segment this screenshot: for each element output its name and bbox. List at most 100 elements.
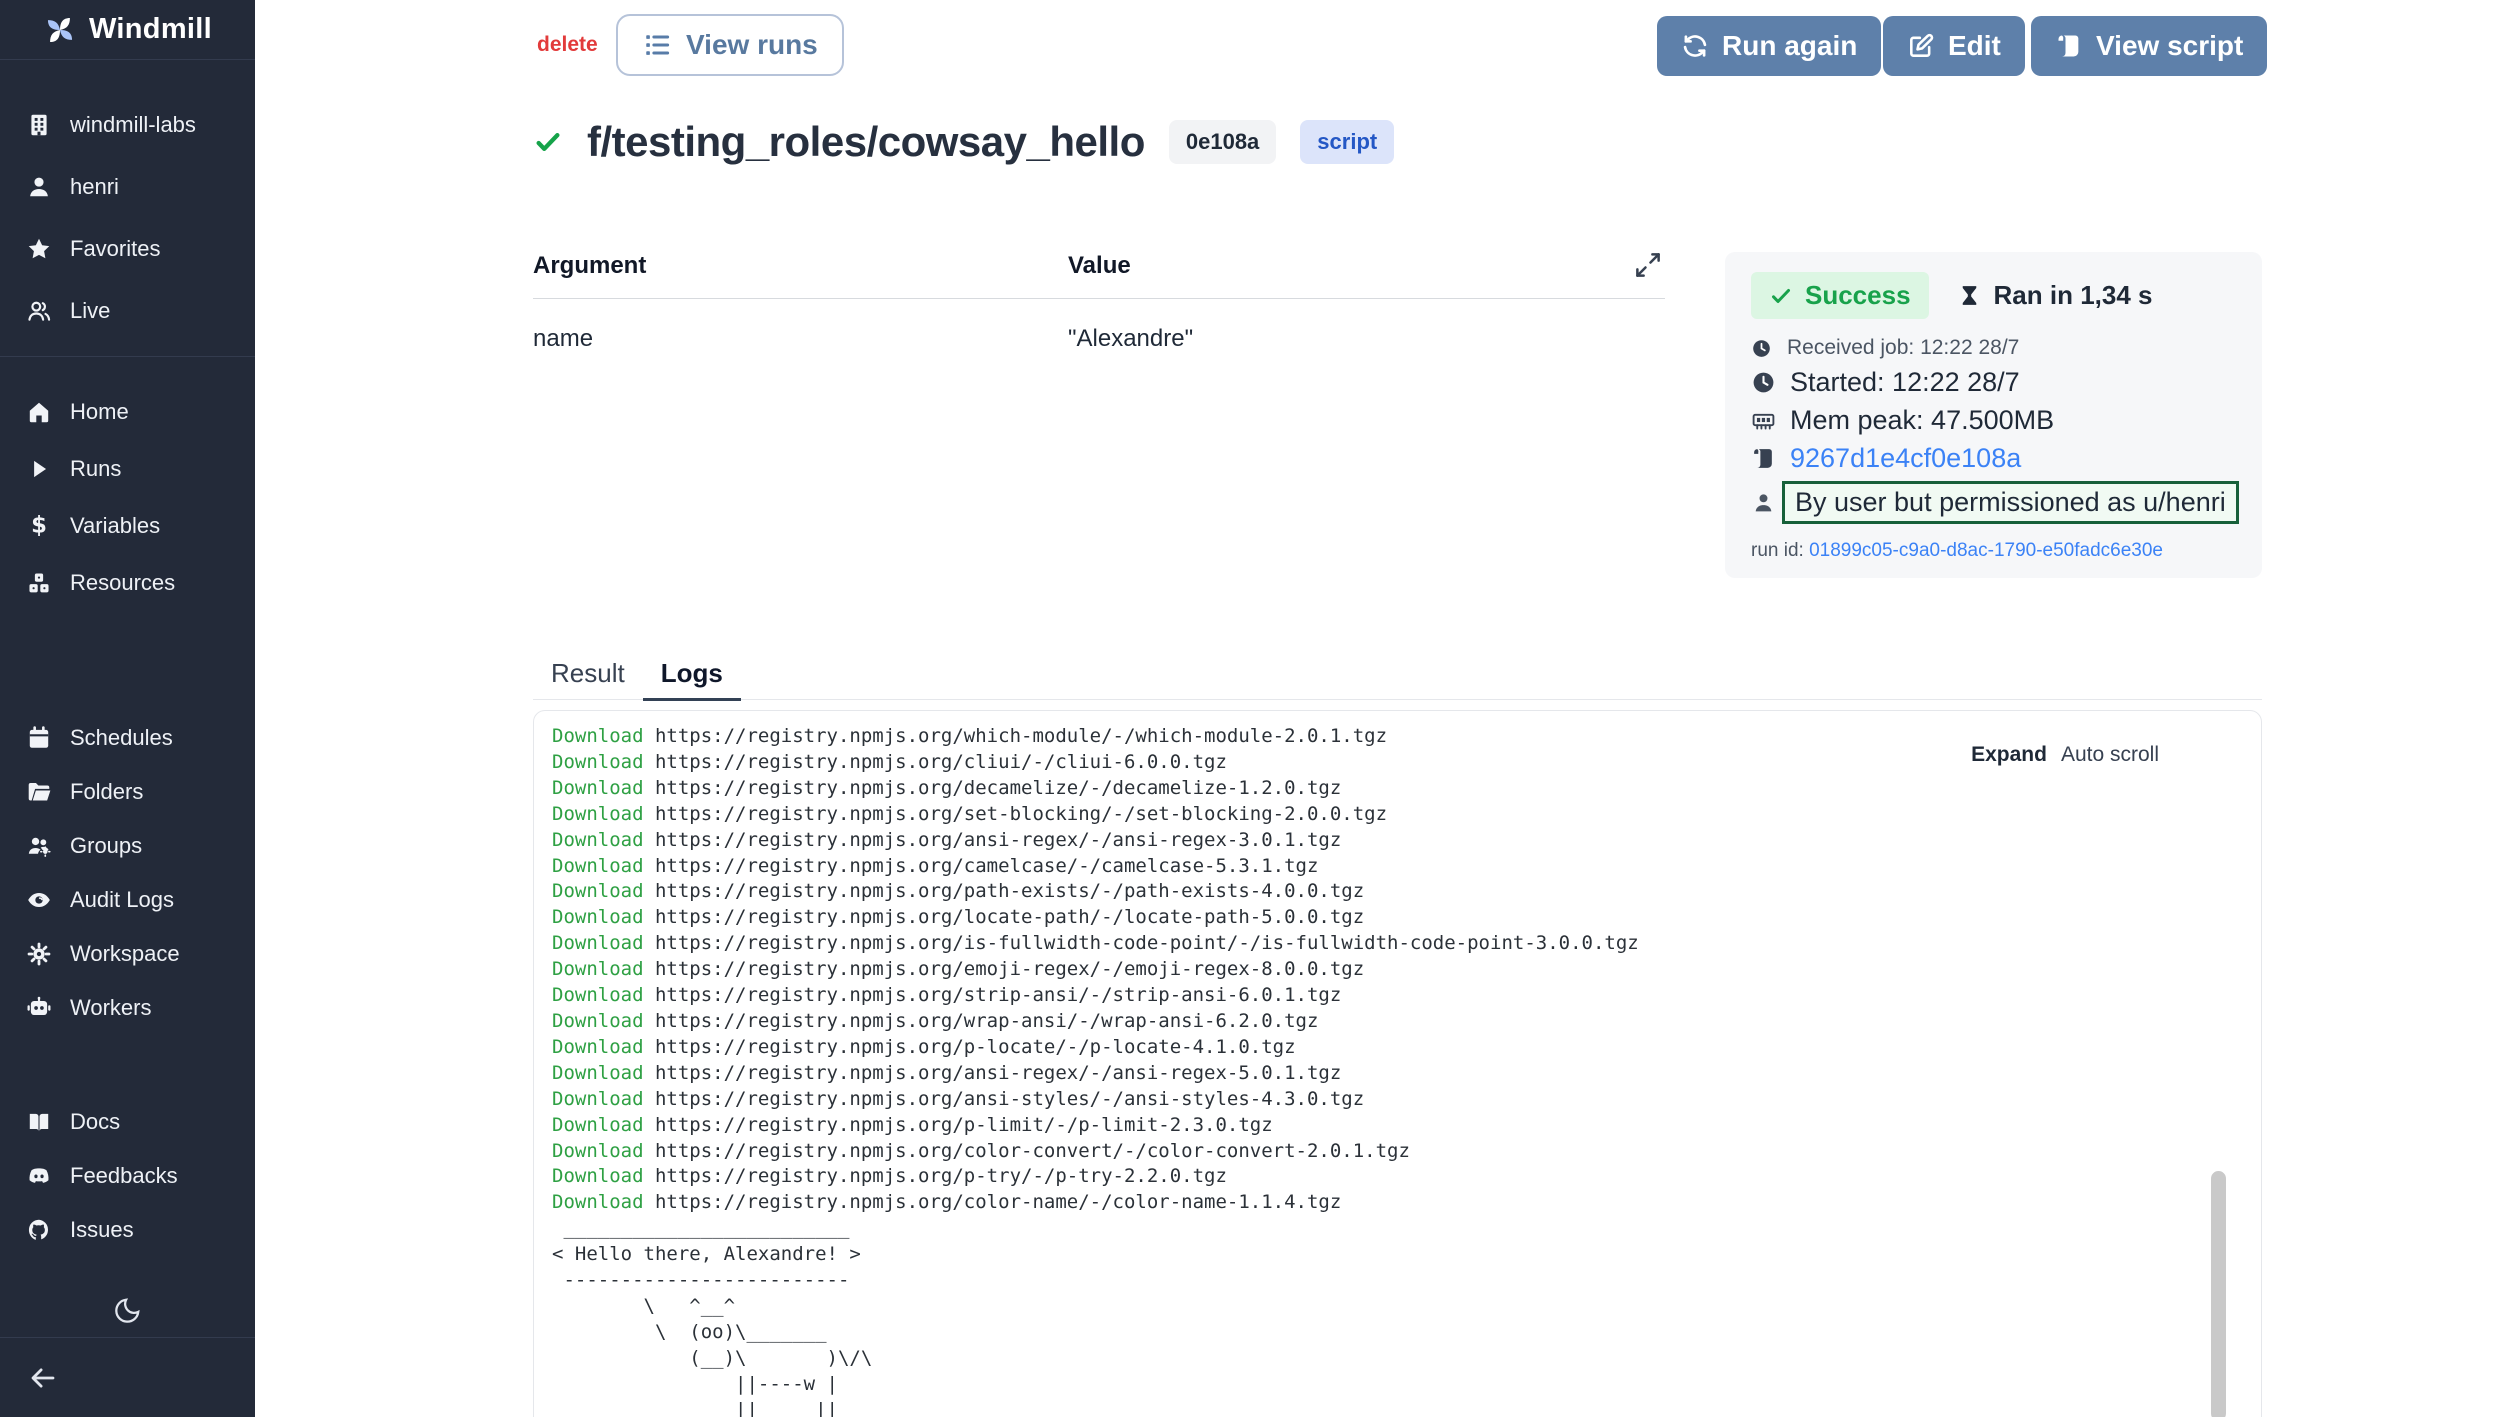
- svg-text:$: $: [31, 513, 47, 539]
- hash-badge: 0e108a: [1169, 120, 1276, 164]
- memory-icon: [1751, 408, 1776, 433]
- sidebar-item-runs[interactable]: Runs: [0, 440, 255, 497]
- sidebar-item-label: Runs: [70, 456, 121, 482]
- scroll-icon: [1751, 446, 1776, 471]
- log-download-label: Download: [552, 984, 644, 1006]
- sidebar-item-label: henri: [70, 174, 119, 200]
- argument-row: name"Alexandre": [533, 299, 1665, 353]
- bot-icon: [26, 995, 52, 1021]
- sidebar-item-audit-logs[interactable]: Audit Logs: [0, 873, 255, 927]
- autoscroll-toggle[interactable]: Auto scroll: [2061, 743, 2159, 767]
- star-icon: [26, 236, 52, 262]
- log-download-label: Download: [552, 880, 644, 902]
- sidebar-item-label: Live: [70, 298, 110, 324]
- check-icon: [1769, 284, 1793, 308]
- maximize-icon[interactable]: [1633, 250, 1665, 282]
- sidebar-item-resources[interactable]: Resources: [0, 554, 255, 611]
- gear-icon: [26, 941, 52, 967]
- sidebar-item-groups[interactable]: Groups: [0, 819, 255, 873]
- sidebar-item-label: Schedules: [70, 725, 173, 751]
- script-hash-row: 9267d1e4cf0e108a: [1751, 443, 2236, 474]
- main-content: delete View runs Run again Edit View scr…: [255, 0, 2500, 1417]
- log-download-label: Download: [552, 803, 644, 825]
- arguments-table: Argument Value name"Alexandre": [533, 252, 1665, 353]
- argument-value: "Alexandre": [1068, 325, 1193, 353]
- arrow-left-icon: [28, 1363, 58, 1393]
- started-row: Started: 12:22 28/7: [1751, 367, 2236, 398]
- windmill-logo[interactable]: Windmill: [0, 0, 255, 60]
- sidebar-item-label: Favorites: [70, 236, 160, 262]
- sidebar-item-live[interactable]: Live: [0, 280, 255, 342]
- sidebar-item-favorites[interactable]: Favorites: [0, 218, 255, 280]
- sidebar-section-3: DocsFeedbacks Issues: [0, 1095, 255, 1257]
- sidebar-item-workspace[interactable]: Workspace: [0, 927, 255, 981]
- view-script-button[interactable]: View script: [2031, 16, 2267, 76]
- person-icon: [1751, 490, 1776, 515]
- sidebar-item-schedules[interactable]: Schedules: [0, 711, 255, 765]
- log-download-label: Download: [552, 932, 644, 954]
- sidebar-item-workers[interactable]: Workers: [0, 981, 255, 1035]
- sidebar-item-henri[interactable]: henri: [0, 156, 255, 218]
- edit-button[interactable]: Edit: [1883, 16, 2025, 76]
- sidebar-item-label: Variables: [70, 513, 160, 539]
- view-runs-button[interactable]: View runs: [616, 14, 844, 76]
- sidebar-item-label: windmill-labs: [70, 112, 196, 138]
- sidebar-item-feedbacks[interactable]: Feedbacks: [0, 1149, 255, 1203]
- sidebar-item-label: Audit Logs: [70, 887, 174, 913]
- log-panel: Download https://registry.npmjs.org/whic…: [533, 710, 2262, 1417]
- sidebar-item-label: Resources: [70, 570, 175, 596]
- permission-row: By user but permissioned as u/henri: [1751, 481, 2236, 524]
- expand-logs-button[interactable]: Expand: [1971, 743, 2047, 767]
- edit-icon: [1907, 32, 1935, 60]
- log-download-label: Download: [552, 906, 644, 928]
- clock-icon: [1751, 370, 1776, 395]
- duration: Ran in 1,34 s: [1957, 280, 2153, 311]
- calendar-icon: [26, 725, 52, 751]
- received-job-label: Received job: 12:22 28/7: [1787, 336, 2019, 360]
- sidebar-item-label: Issues: [70, 1217, 134, 1243]
- status-badge: Success: [1751, 272, 1929, 319]
- log-download-label: Download: [552, 1140, 644, 1162]
- book-icon: [26, 1109, 52, 1135]
- boxes-icon: [26, 570, 52, 596]
- sidebar-item-docs[interactable]: Docs: [0, 1095, 255, 1149]
- home-icon: [26, 399, 52, 425]
- argument-name: name: [533, 325, 1068, 353]
- log-download-label: Download: [552, 1191, 644, 1213]
- sidebar-item-folders[interactable]: Folders: [0, 765, 255, 819]
- sidebar-item-issues[interactable]: Issues: [0, 1203, 255, 1257]
- sidebar-item-label: Workers: [70, 995, 152, 1021]
- dollar-icon: $: [26, 513, 52, 539]
- started-label: Started: 12:22 28/7: [1790, 367, 2020, 398]
- clock-icon: [1751, 338, 1772, 359]
- windmill-pinwheel-icon: [43, 13, 77, 47]
- delete-button[interactable]: delete: [537, 33, 598, 57]
- run-again-button[interactable]: Run again: [1657, 16, 1881, 76]
- script-hash-link[interactable]: 9267d1e4cf0e108a: [1790, 443, 2021, 474]
- log-download-label: Download: [552, 855, 644, 877]
- view-script-label: View script: [2096, 30, 2243, 62]
- hourglass-icon: [1957, 283, 1982, 308]
- title-row: f/testing_roles/cowsay_hello 0e108a scri…: [533, 118, 1394, 166]
- refresh-icon: [1681, 32, 1709, 60]
- tab-result[interactable]: Result: [533, 648, 643, 701]
- sidebar-item-home[interactable]: Home: [0, 383, 255, 440]
- play-icon: [26, 456, 52, 482]
- log-download-label: Download: [552, 1062, 644, 1084]
- run-info-panel: Success Ran in 1,34 s Received job: 12:2…: [1725, 252, 2262, 578]
- building-icon: [26, 112, 52, 138]
- dark-mode-toggle[interactable]: [0, 1283, 255, 1337]
- windmill-run-page: Windmill windmill-labs henri Favorites Live…: [0, 0, 2500, 1417]
- log-download-label: Download: [552, 958, 644, 980]
- collapse-sidebar-button[interactable]: [0, 1338, 255, 1417]
- sidebar: Windmill windmill-labs henri Favorites Live…: [0, 0, 255, 1417]
- log-download-label: Download: [552, 1036, 644, 1058]
- sidebar-item-variables[interactable]: $ Variables: [0, 497, 255, 554]
- run-id-link[interactable]: 01899c05-c9a0-d8ac-1790-e50fadc6e30e: [1809, 540, 2163, 561]
- sidebar-item-windmill-labs[interactable]: windmill-labs: [0, 94, 255, 156]
- result-logs-tabs: Result Logs: [533, 648, 2262, 700]
- value-column-header: Value: [1068, 252, 1131, 280]
- arguments-table-header: Argument Value: [533, 252, 1665, 299]
- log-scrollbar-thumb[interactable]: [2211, 1171, 2226, 1417]
- tab-logs[interactable]: Logs: [643, 648, 741, 701]
